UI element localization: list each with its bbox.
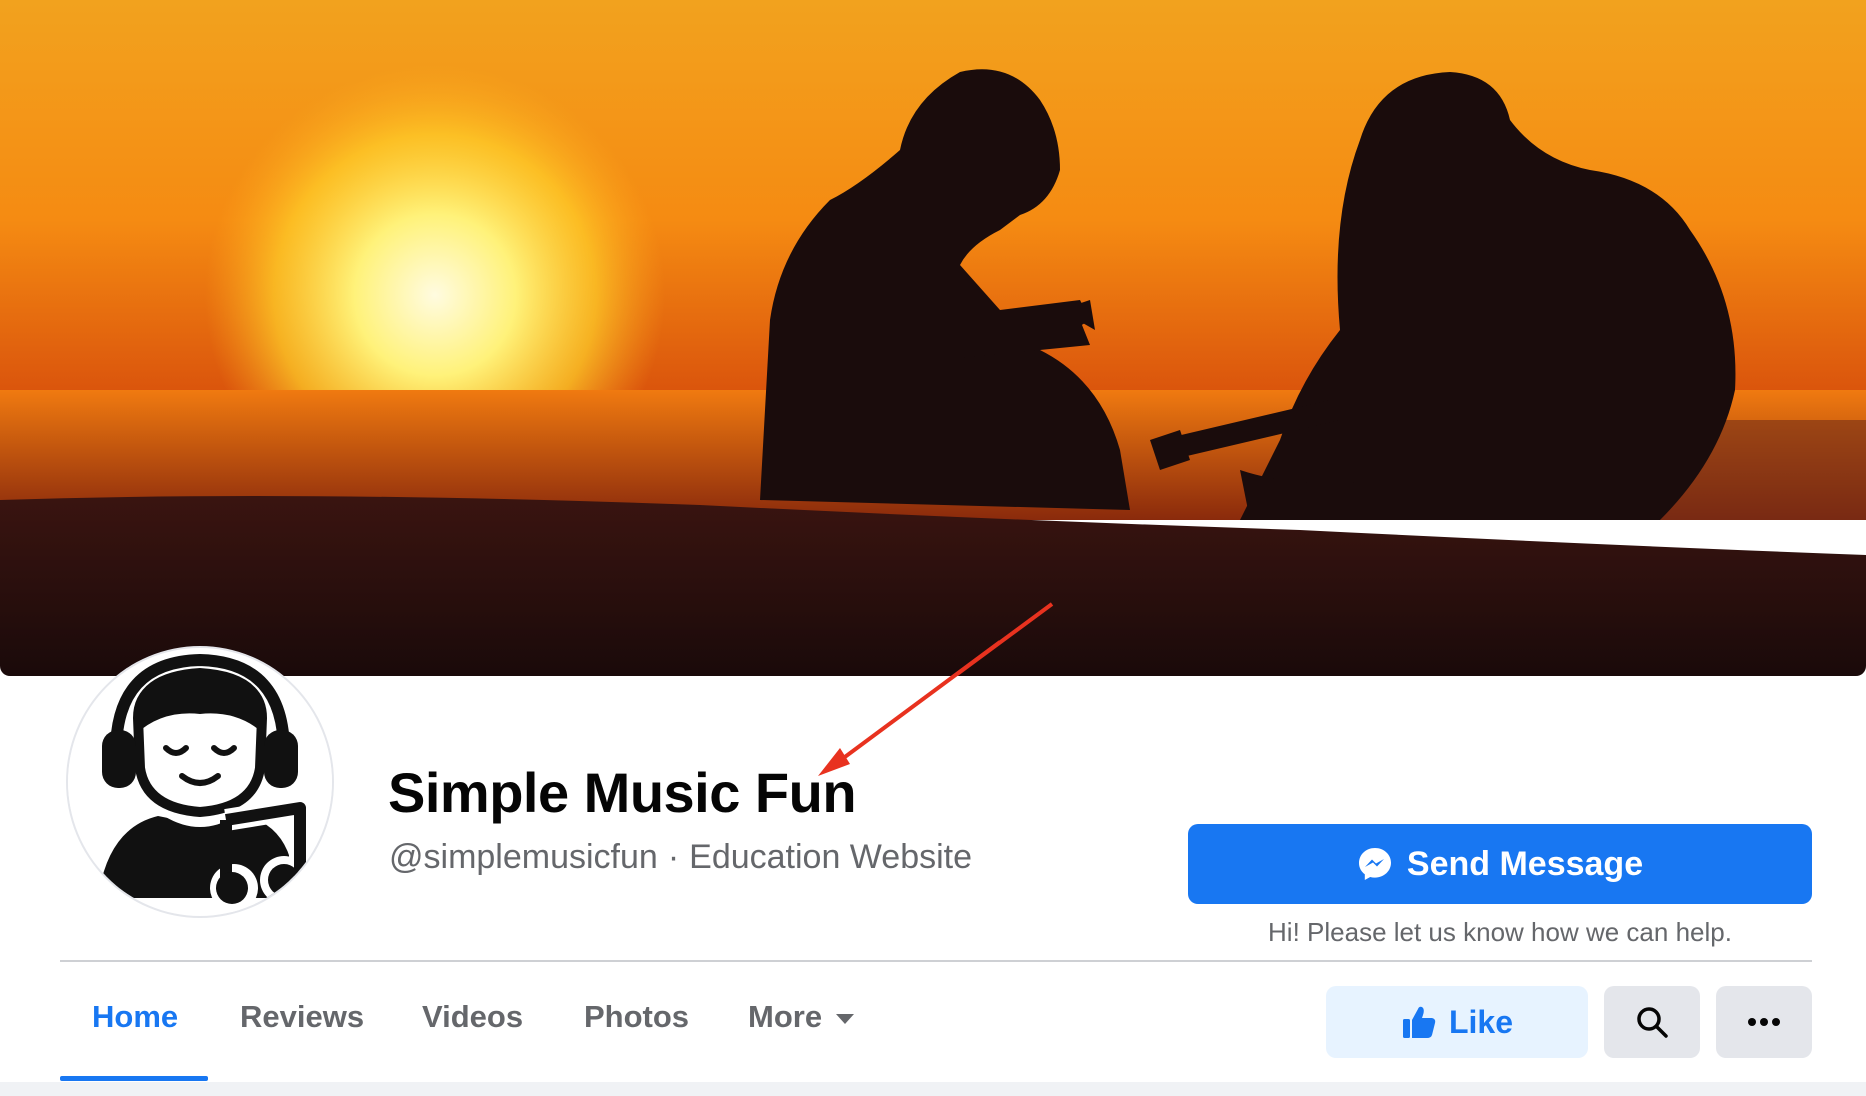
thumbs-up-icon (1402, 1006, 1436, 1038)
tab-more[interactable]: More (748, 990, 855, 1044)
avatar-listener-icon (68, 650, 332, 914)
messenger-icon (1357, 846, 1393, 882)
caret-down-icon (836, 1013, 855, 1024)
tab-photos[interactable]: Photos (584, 990, 689, 1044)
cover-image (0, 0, 1866, 676)
ellipsis-icon (1748, 1018, 1780, 1026)
send-message-button[interactable]: Send Message (1188, 824, 1812, 904)
separator-dot: · (667, 838, 680, 876)
search-button[interactable] (1604, 986, 1700, 1058)
page-subtitle: @simplemusicfun · Education Website (389, 838, 972, 877)
tab-more-label: More (748, 999, 823, 1034)
like-button[interactable]: Like (1326, 986, 1588, 1058)
send-message-hint: Hi! Please let us know how we can help. (1268, 917, 1732, 947)
tab-home-underline (60, 1076, 208, 1081)
header-divider (60, 960, 1812, 962)
like-label: Like (1448, 1003, 1514, 1040)
send-message-label: Send Message (1406, 844, 1644, 883)
search-icon (1637, 1007, 1668, 1038)
page-title: Simple Music Fun (388, 761, 857, 824)
more-options-button[interactable] (1716, 986, 1812, 1058)
page-body-background (0, 1082, 1866, 1096)
tab-reviews[interactable]: Reviews (240, 990, 364, 1044)
profile-avatar[interactable] (66, 646, 334, 918)
page-handle[interactable]: @simplemusicfun (389, 838, 658, 876)
cover-photo[interactable] (0, 0, 1866, 676)
tab-home[interactable]: Home (92, 990, 178, 1044)
tab-videos[interactable]: Videos (422, 990, 523, 1044)
page-category[interactable]: Education Website (689, 838, 972, 876)
